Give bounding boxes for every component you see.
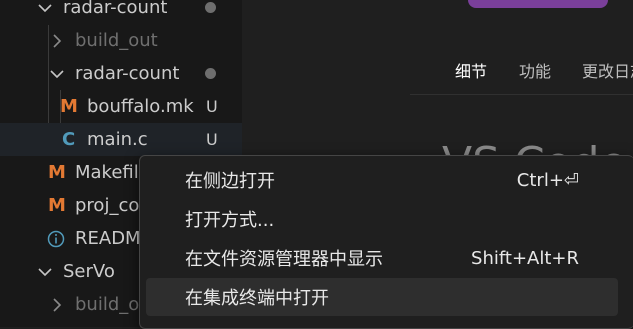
tree-item-label: READM	[75, 228, 141, 249]
divider	[410, 94, 633, 95]
menu-item-open-with[interactable]: 打开方式...	[146, 200, 618, 238]
tree-item-label: build_o	[75, 294, 140, 315]
menu-item-label: 打开方式...	[185, 210, 275, 231]
menu-item-open-in-terminal[interactable]: 在集成终端中打开	[146, 278, 618, 316]
makefile-icon: M	[48, 162, 66, 183]
modified-dot-icon	[205, 2, 216, 13]
c-file-icon: C	[62, 129, 76, 150]
menu-item-reveal-in-explorer[interactable]: 在文件资源管理器中显示 Shift+Alt+R	[146, 239, 618, 277]
info-icon	[47, 230, 65, 248]
tab-details[interactable]: 细节	[455, 58, 487, 82]
tree-item-main-c[interactable]: C main.c U	[0, 123, 242, 156]
menu-item-open-to-side[interactable]: 在侧边打开 Ctrl+⏎	[146, 161, 618, 199]
menu-item-label: 在集成终端中打开	[185, 288, 329, 309]
tab-features[interactable]: 功能	[519, 58, 551, 82]
menu-item-label: 在侧边打开	[185, 171, 275, 192]
tree-item-radar-count-sub[interactable]: radar-count	[0, 57, 242, 90]
untracked-badge: U	[206, 130, 218, 149]
tree-item-bouffalo-mk[interactable]: M bouffalo.mk U	[0, 90, 242, 123]
chevron-right-icon	[47, 31, 67, 51]
makefile-icon: M	[48, 195, 66, 216]
tree-item-label: main.c	[87, 129, 148, 150]
menu-item-label: 在文件资源管理器中显示	[185, 249, 383, 270]
context-menu: 在侧边打开 Ctrl+⏎ 打开方式... 在文件资源管理器中显示 Shift+A…	[139, 155, 633, 329]
tab-changelog[interactable]: 更改日志	[582, 58, 633, 82]
chevron-down-icon	[35, 0, 55, 18]
menu-item-shortcut: Ctrl+⏎	[516, 169, 579, 191]
untracked-badge: U	[206, 97, 218, 116]
tree-item-label: bouffalo.mk	[87, 96, 194, 117]
tree-item-label: radar-count	[63, 0, 168, 18]
chevron-right-icon	[47, 295, 67, 315]
makefile-icon: M	[60, 96, 78, 117]
tree-item-label: radar-count	[75, 63, 180, 84]
modified-dot-icon	[205, 68, 216, 79]
install-button[interactable]	[468, 0, 608, 8]
tree-item-build-out[interactable]: build_out	[0, 24, 242, 57]
tree-item-label: build_out	[75, 30, 158, 51]
menu-item-shortcut: Shift+Alt+R	[471, 247, 579, 269]
tree-item-radar-count[interactable]: radar-count	[0, 0, 242, 24]
chevron-down-icon	[35, 262, 55, 282]
chevron-down-icon	[47, 64, 67, 84]
tree-item-label: SerVo	[63, 261, 115, 282]
